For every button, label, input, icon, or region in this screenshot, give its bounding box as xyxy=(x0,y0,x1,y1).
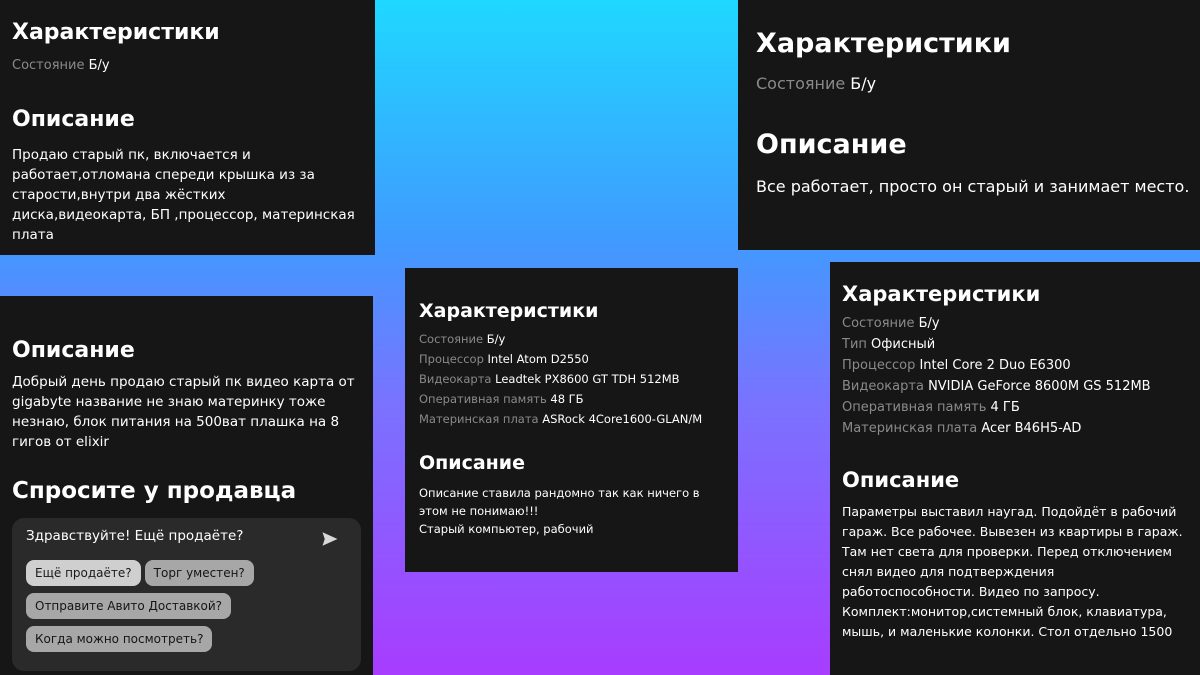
listing-card-2: Характеристики Состояние Б/у Описание Вс… xyxy=(738,0,1200,250)
spec-label: Оперативная память xyxy=(842,400,987,415)
spec-row: Процессор Intel Core 2 Duo E6300 xyxy=(842,358,1188,373)
spec-label: Материнская плата xyxy=(842,421,978,436)
specs-title: Характеристики xyxy=(419,300,599,322)
spec-value: Б/у xyxy=(88,58,110,73)
spec-row: Тип Офисный xyxy=(842,337,1188,352)
spec-value: ASRock 4Core1600-GLAN/M xyxy=(542,412,703,426)
spec-value: Intel Core 2 Duo E6300 xyxy=(919,358,1071,373)
spec-value: NVIDIA GeForce 8600M GS 512MB xyxy=(928,379,1151,394)
quick-replies: Ещё продаёте? Торг уместен? Отправите Ави… xyxy=(26,560,347,659)
spec-label: Видеокарта xyxy=(419,372,492,386)
listing-card-3: Описание Добрый день продаю старый пк ви… xyxy=(0,296,373,675)
spec-value: Acer B46H5-AD xyxy=(981,421,1082,436)
spec-label: Состояние xyxy=(842,316,915,331)
specs-title: Характеристики xyxy=(842,282,1041,306)
spec-row: Состояние Б/у xyxy=(842,316,1188,331)
description-text: Описание ставила рандомно так как ничего… xyxy=(419,486,700,518)
spec-row: Материнская плата Acer B46H5-AD xyxy=(842,421,1188,436)
description-title: Описание xyxy=(419,452,526,474)
spec-label: Состояние xyxy=(12,58,85,73)
listing-card-4: Характеристики Состояние Б/у Процессор I… xyxy=(405,268,738,572)
spec-row: Состояние Б/у xyxy=(12,58,363,73)
description-title: Описание xyxy=(842,468,960,492)
description-text: Старый компьютер, рабочий xyxy=(419,522,594,536)
description-title: Описание xyxy=(12,107,135,132)
quick-reply-button[interactable]: Торг уместен? xyxy=(144,560,254,586)
spec-label: Состояние xyxy=(419,332,484,346)
spec-value: Б/у xyxy=(486,332,506,346)
ask-seller-title: Спросите у продавца xyxy=(12,478,297,504)
spec-value: Офисный xyxy=(871,337,936,352)
spec-label: Процессор xyxy=(419,352,484,366)
spec-row: Видеокарта NVIDIA GeForce 8600M GS 512MB xyxy=(842,379,1188,394)
spec-value: Intel Atom D2550 xyxy=(487,352,589,366)
spec-value: Б/у xyxy=(850,74,877,93)
ask-seller-box: Здравствуйте! Ещё продаёте? Ещё продаёте… xyxy=(12,518,361,671)
description-text: Продаю старый пк, включается и работает,… xyxy=(12,147,355,243)
spec-row: Оперативная память 4 ГБ xyxy=(842,400,1188,415)
specs-title: Характеристики xyxy=(756,28,1011,59)
quick-reply-button[interactable]: Ещё продаёте? xyxy=(26,560,141,586)
send-icon[interactable] xyxy=(321,530,339,548)
spec-label: Процессор xyxy=(842,358,916,373)
description-title: Описание xyxy=(756,129,907,160)
description-text: Все работает, просто он старый и занимае… xyxy=(756,177,1190,196)
spec-label: Материнская плата xyxy=(419,412,539,426)
listing-card-5: Характеристики Состояние Б/у Тип Офисный… xyxy=(830,262,1200,675)
spec-row: Состояние Б/у xyxy=(756,74,1182,93)
spec-row: Видеокарта Leadtek PX8600 GT TDH 512MB xyxy=(419,372,724,386)
description-text: Параметры выставил наугад. Подойдёт в ра… xyxy=(842,504,1183,639)
spec-row: Состояние Б/у xyxy=(419,332,724,346)
spec-value: 48 ГБ xyxy=(550,392,584,406)
spec-label: Состояние xyxy=(756,74,846,93)
description-title: Описание xyxy=(12,338,135,363)
quick-reply-button[interactable]: Отправите Авито Доставкой? xyxy=(26,593,232,619)
description-text: Добрый день продаю старый пк видео карта… xyxy=(12,374,355,450)
quick-reply-button[interactable]: Когда можно посмотреть? xyxy=(26,626,213,652)
spec-row: Процессор Intel Atom D2550 xyxy=(419,352,724,366)
spec-label: Оперативная память xyxy=(419,392,547,406)
spec-value: Б/у xyxy=(918,316,940,331)
spec-value: 4 ГБ xyxy=(990,400,1020,415)
message-input[interactable]: Здравствуйте! Ещё продаёте? xyxy=(26,528,347,544)
spec-label: Видеокарта xyxy=(842,379,924,394)
spec-label: Тип xyxy=(842,337,867,352)
spec-row: Материнская плата ASRock 4Core1600-GLAN/… xyxy=(419,412,724,426)
listing-card-1: Характеристики Состояние Б/у Описание Пр… xyxy=(0,0,375,255)
spec-value: Leadtek PX8600 GT TDH 512MB xyxy=(495,372,680,386)
specs-title: Характеристики xyxy=(12,20,220,45)
spec-row: Оперативная память 48 ГБ xyxy=(419,392,724,406)
